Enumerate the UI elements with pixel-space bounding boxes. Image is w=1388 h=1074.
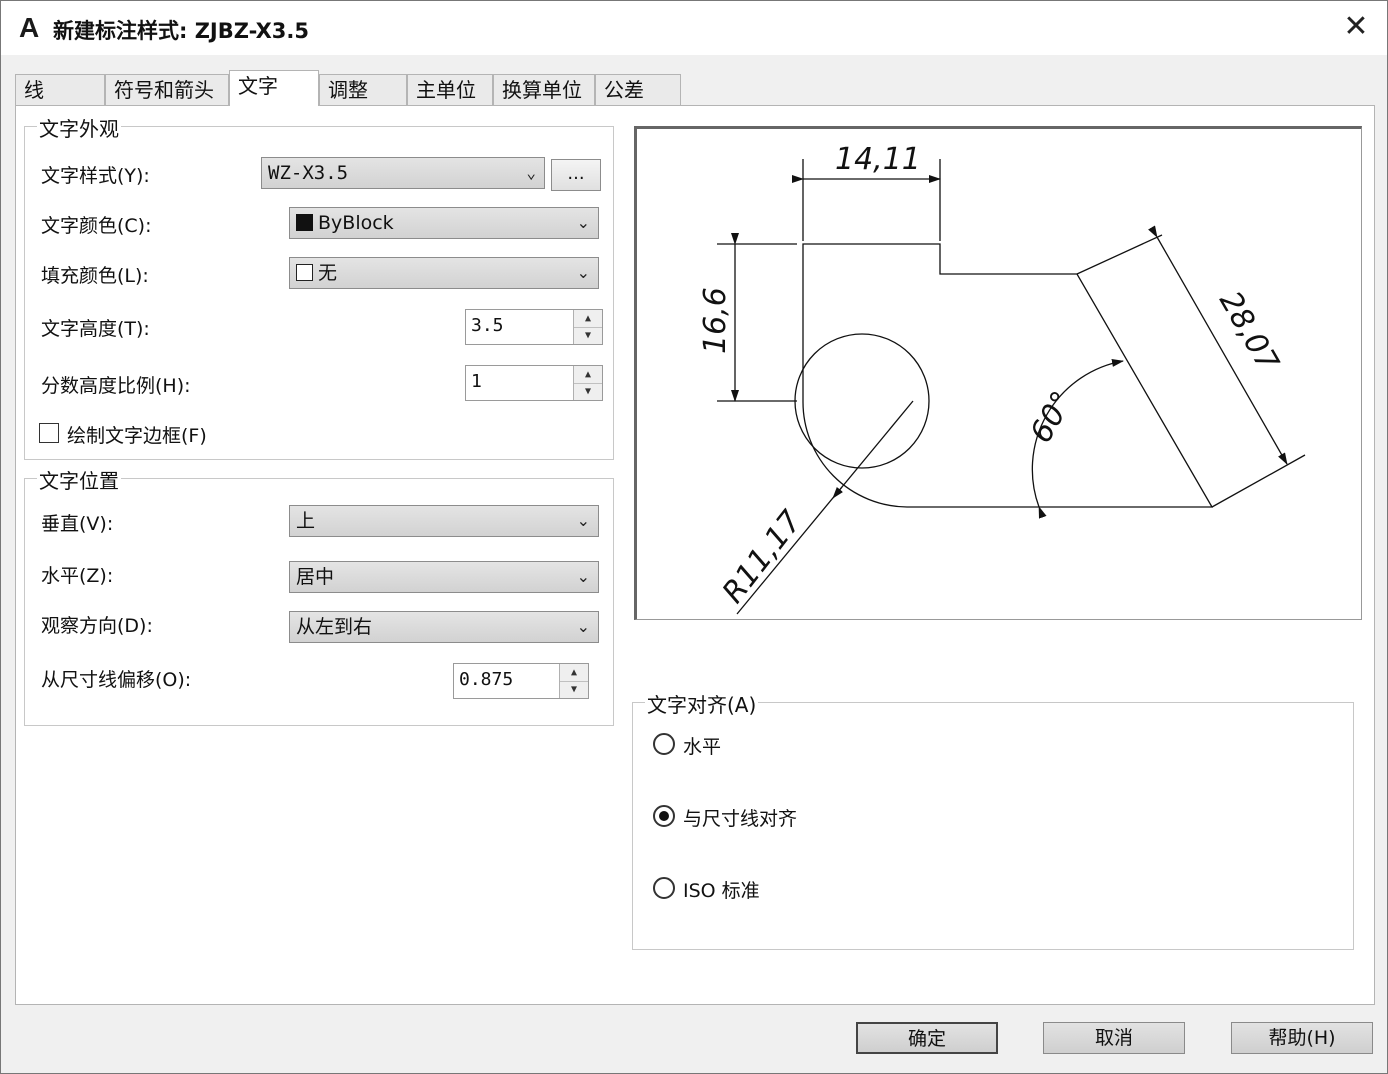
text-color-combo[interactable]: ByBlock ⌄ [289,207,599,239]
fraction-height-label: 分数高度比例(H): [41,375,191,397]
text-placement-group: 文字位置 垂直(V): 上 ⌄ 水平(Z): 居中 ⌄ 观察方向(D): 从左到… [24,465,614,726]
help-button[interactable]: 帮助(H) [1231,1022,1373,1054]
triangle-down-icon[interactable]: ▼ [574,383,602,400]
view-direction-value: 从左到右 [296,616,373,638]
tab-alternate-units[interactable]: 换算单位 [493,74,595,105]
chevron-down-icon: ⌄ [576,511,590,530]
dim-top-text: 14,11 [835,142,921,177]
cancel-button[interactable]: 取消 [1043,1022,1185,1054]
tab-fit[interactable]: 调整 [319,74,407,105]
horizontal-combo[interactable]: 居中 ⌄ [289,561,599,593]
fill-color-label: 填充颜色(L): [41,265,149,287]
text-style-label: 文字样式(Y): [41,165,150,187]
offset-label: 从尺寸线偏移(O): [41,669,192,691]
color-swatch-icon [296,214,313,231]
dim-left-text: 16,6 [698,287,733,354]
align-iso-label: ISO 标准 [683,880,760,902]
horizontal-label: 水平(Z): [41,565,114,587]
chevron-down-icon: ⌄ [576,263,590,282]
offset-value: 0.875 [459,669,514,690]
tab-tolerances[interactable]: 公差 [595,74,681,105]
hole-circle [794,333,930,469]
vertical-value: 上 [296,510,316,532]
radius-text: R11,17 [716,504,809,610]
triangle-up-icon[interactable]: ▲ [574,310,602,328]
align-with-dimline-label: 与尺寸线对齐 [683,808,798,830]
text-style-combo[interactable]: WZ-X3.5 ⌄ [261,157,545,189]
vertical-combo[interactable]: 上 ⌄ [289,505,599,537]
horizontal-value: 居中 [296,566,335,588]
chevron-down-icon: ⌄ [576,567,590,586]
autocad-a-icon: A [19,12,40,43]
dimension-style-dialog: A 新建标注样式: ZJBZ-X3.5 ✕ 线 符号和箭头 文字 调整 主单位 … [0,0,1388,1074]
fraction-height-value: 1 [471,371,482,392]
tab-symbols-arrows[interactable]: 符号和箭头 [105,74,229,105]
offset-spinner[interactable]: 0.875 ▲ ▼ [453,663,589,699]
dimension-preview: 14,11 16,6 28,07 60° R11,17 [634,126,1362,620]
triangle-down-icon[interactable]: ▼ [560,681,588,698]
frame-label: 绘制文字边框(F) [67,425,207,447]
text-style-value: WZ-X3.5 [268,162,349,184]
align-horizontal-label: 水平 [683,736,722,758]
text-placement-legend: 文字位置 [37,465,121,494]
preview-drawing: 14,11 16,6 28,07 60° R11,17 [698,142,1306,615]
window-title: 新建标注样式: ZJBZ-X3.5 [53,19,310,43]
dim-right-text: 28,07 [1212,286,1285,378]
align-iso-radio[interactable] [653,877,675,899]
tab-page-text: 文字外观 文字样式(Y): WZ-X3.5 ⌄ ... 文字颜色(C): ByB… [15,105,1375,1005]
spinner-buttons: ▲ ▼ [559,664,588,698]
chevron-down-icon: ⌄ [526,163,536,182]
text-appearance-legend: 文字外观 [37,113,121,142]
fill-color-value: 无 [318,262,338,284]
vertical-label: 垂直(V): [41,513,114,535]
triangle-down-icon[interactable]: ▼ [574,327,602,344]
align-with-dimline-radio[interactable] [653,805,675,827]
ok-button[interactable]: 确定 [856,1022,998,1054]
title-bar[interactable]: A 新建标注样式: ZJBZ-X3.5 ✕ [1,1,1387,55]
view-direction-label: 观察方向(D): [41,615,153,637]
chevron-down-icon: ⌄ [576,213,590,232]
text-appearance-group: 文字外观 文字样式(Y): WZ-X3.5 ⌄ ... 文字颜色(C): ByB… [24,113,614,460]
text-height-spinner[interactable]: 3.5 ▲ ▼ [465,309,603,345]
close-button[interactable]: ✕ [1339,11,1373,45]
text-color-value: ByBlock [318,212,394,234]
frame-checkbox[interactable] [39,423,59,443]
tab-lines[interactable]: 线 [15,74,105,105]
chevron-down-icon: ⌄ [576,617,590,636]
text-height-label: 文字高度(T): [41,318,150,340]
spinner-buttons: ▲ ▼ [573,366,602,400]
angle-text: 60° [1024,385,1081,449]
triangle-up-icon[interactable]: ▲ [574,366,602,384]
text-height-value: 3.5 [471,315,504,336]
fill-color-combo[interactable]: 无 ⌄ [289,257,599,289]
text-color-label: 文字颜色(C): [41,215,152,237]
tab-primary-units[interactable]: 主单位 [407,74,493,105]
spinner-buttons: ▲ ▼ [573,310,602,344]
fraction-height-spinner[interactable]: 1 ▲ ▼ [465,365,603,401]
view-direction-combo[interactable]: 从左到右 ⌄ [289,611,599,643]
align-horizontal-radio[interactable] [653,733,675,755]
text-alignment-group: 文字对齐(A) 水平 与尺寸线对齐 ISO 标准 [632,689,1354,950]
triangle-up-icon[interactable]: ▲ [560,664,588,682]
tab-text[interactable]: 文字 [229,70,319,106]
text-alignment-legend: 文字对齐(A) [645,689,759,718]
text-style-browse-button[interactable]: ... [551,159,601,191]
empty-swatch-icon [296,264,313,281]
